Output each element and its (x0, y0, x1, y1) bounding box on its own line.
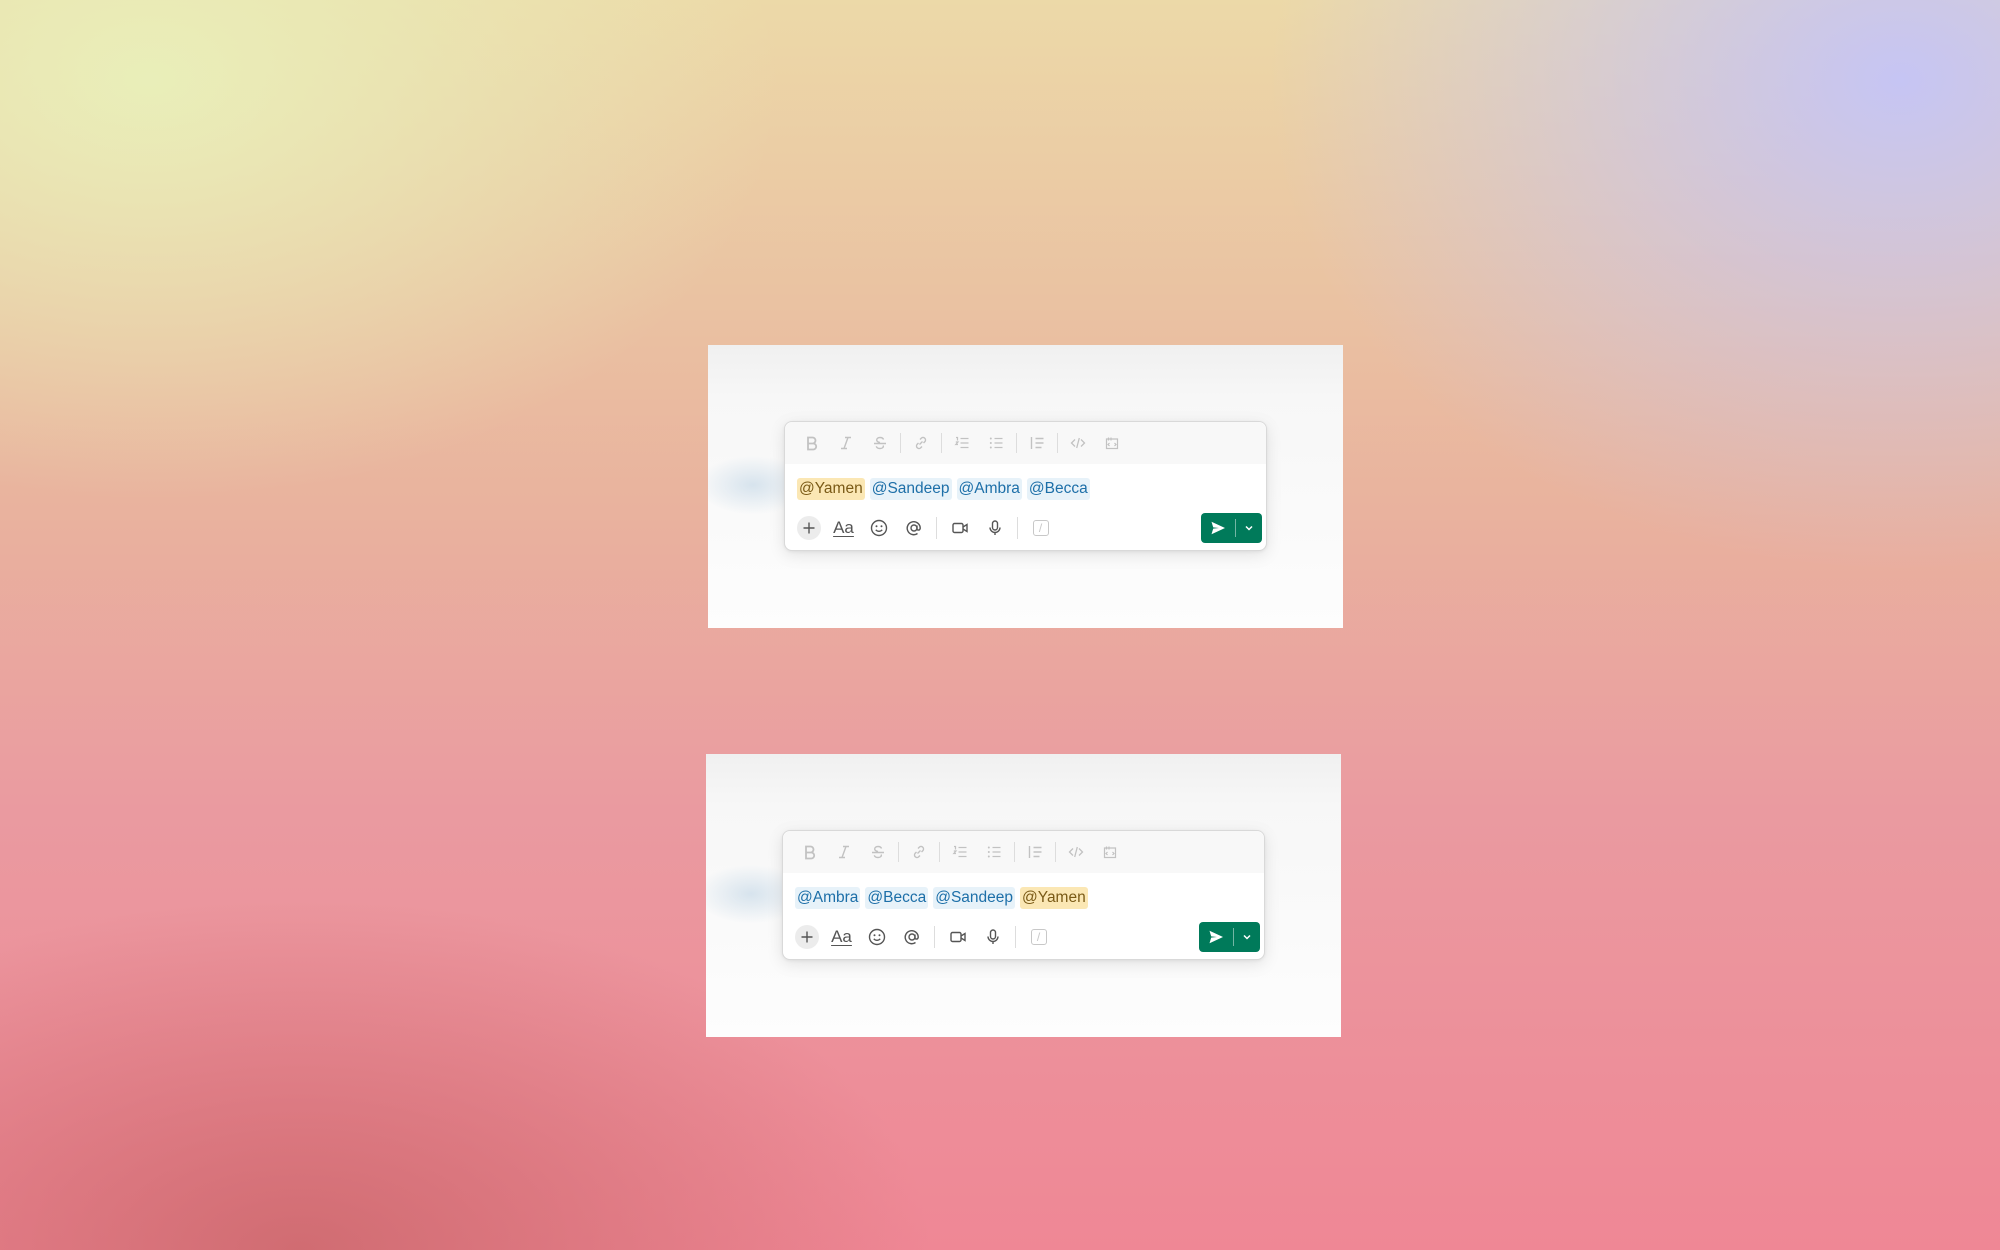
ordered-list-icon[interactable] (945, 428, 979, 458)
send-button[interactable] (1199, 922, 1233, 952)
bold-icon[interactable] (795, 428, 829, 458)
example-panel-after: @Ambra @Becca @Sandeep @Yamen Aa / (706, 754, 1341, 1037)
toolbar-divider (1055, 842, 1056, 862)
example-panel-before: @Yamen @Sandeep @Ambra @Becca Aa / (708, 345, 1343, 628)
message-input[interactable]: @Ambra @Becca @Sandeep @Yamen (795, 886, 1088, 910)
at-mention-icon[interactable] (896, 513, 931, 543)
bulleted-list-icon[interactable] (977, 837, 1011, 867)
plus-icon (794, 925, 819, 949)
link-icon[interactable] (904, 428, 938, 458)
action-toolbar: Aa / (791, 512, 1262, 544)
strikethrough-icon[interactable] (861, 837, 895, 867)
chevron-down-icon (1245, 525, 1253, 531)
mention-chip[interactable]: @Becca (865, 887, 929, 909)
format-label: Aa (831, 927, 852, 946)
code-icon[interactable] (1061, 428, 1095, 458)
bold-icon[interactable] (793, 837, 827, 867)
toolbar-divider (941, 433, 942, 453)
mention-chip[interactable]: @Becca (1026, 478, 1090, 500)
mention-chip[interactable]: @Ambra (795, 887, 861, 909)
toolbar-divider (939, 842, 940, 862)
microphone-icon[interactable] (975, 922, 1010, 952)
slash-command-label: / (1030, 929, 1047, 945)
code-icon[interactable] (1059, 837, 1093, 867)
message-input[interactable]: @Yamen @Sandeep @Ambra @Becca (797, 477, 1090, 501)
microphone-icon[interactable] (977, 513, 1012, 543)
toolbar-divider (1016, 433, 1017, 453)
toolbar-divider (936, 517, 937, 539)
emoji-icon[interactable] (861, 513, 896, 543)
action-toolbar: Aa / (789, 921, 1260, 953)
italic-icon[interactable] (827, 837, 861, 867)
ordered-list-icon[interactable] (943, 837, 977, 867)
emoji-icon[interactable] (859, 922, 894, 952)
toolbar-divider (900, 433, 901, 453)
mention-chip[interactable]: @Yamen (797, 478, 865, 500)
code-block-icon[interactable] (1093, 837, 1127, 867)
mention-chip[interactable]: @Ambra (956, 478, 1022, 500)
slash-command-label: / (1032, 520, 1049, 536)
formatting-toolbar (785, 422, 1266, 464)
toolbar-divider (898, 842, 899, 862)
slash-command-icon[interactable]: / (1023, 513, 1058, 543)
bulleted-list-icon[interactable] (979, 428, 1013, 458)
format-label: Aa (833, 518, 854, 537)
slash-command-icon[interactable]: / (1021, 922, 1056, 952)
send-icon (1211, 521, 1225, 535)
format-toggle-button[interactable]: Aa (826, 513, 861, 543)
mention-chip[interactable]: @Sandeep (933, 887, 1016, 909)
toolbar-divider (1017, 517, 1018, 539)
strikethrough-icon[interactable] (863, 428, 897, 458)
mention-chip[interactable]: @Sandeep (869, 478, 952, 500)
video-icon[interactable] (940, 922, 975, 952)
schedule-send-button[interactable] (1234, 922, 1260, 952)
code-block-icon[interactable] (1095, 428, 1129, 458)
toolbar-divider (1015, 926, 1016, 948)
message-composer: @Yamen @Sandeep @Ambra @Becca Aa / (784, 421, 1267, 551)
italic-icon[interactable] (829, 428, 863, 458)
attach-button[interactable] (791, 513, 826, 543)
link-icon[interactable] (902, 837, 936, 867)
at-mention-icon[interactable] (894, 922, 929, 952)
formatting-toolbar (783, 831, 1264, 873)
toolbar-divider (1057, 433, 1058, 453)
send-button-group (1201, 513, 1262, 543)
schedule-send-button[interactable] (1236, 513, 1262, 543)
video-icon[interactable] (942, 513, 977, 543)
attach-button[interactable] (789, 922, 824, 952)
toolbar-divider (1014, 842, 1015, 862)
toolbar-divider (934, 926, 935, 948)
blockquote-icon[interactable] (1018, 837, 1052, 867)
plus-icon (796, 516, 821, 540)
mention-chip[interactable]: @Yamen (1020, 887, 1088, 909)
format-toggle-button[interactable]: Aa (824, 922, 859, 952)
send-icon (1209, 930, 1223, 944)
message-composer: @Ambra @Becca @Sandeep @Yamen Aa / (782, 830, 1265, 960)
send-button-group (1199, 922, 1260, 952)
chevron-down-icon (1243, 934, 1251, 940)
send-button[interactable] (1201, 513, 1235, 543)
blockquote-icon[interactable] (1020, 428, 1054, 458)
